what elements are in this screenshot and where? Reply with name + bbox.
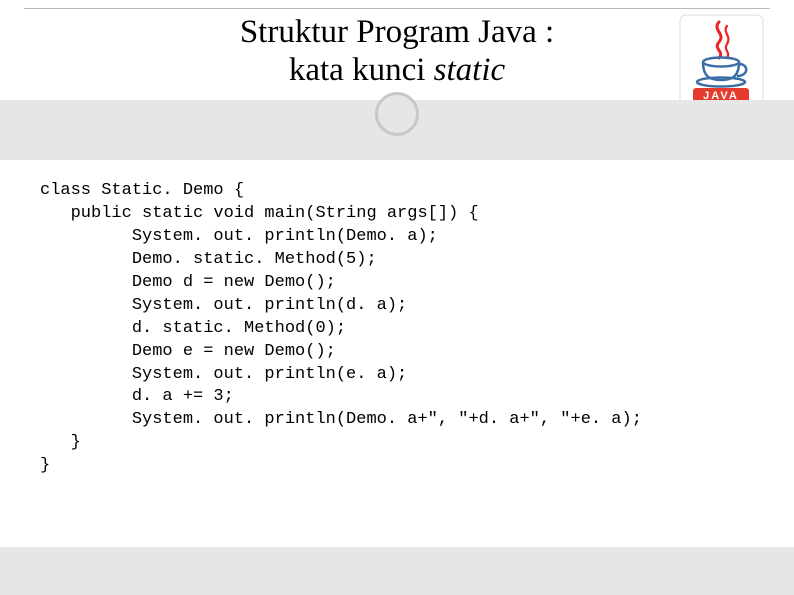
code-block: class Static. Demo { public static void … [40,180,774,478]
slide-title: Struktur Program Java : kata kunci stati… [0,14,794,90]
java-logo-icon: JAVA [679,14,764,108]
title-line-2-plain: kata kunci [289,52,434,88]
title-line-1: Struktur Program Java : [0,14,794,52]
title-line-2-italic: static [434,52,506,88]
slide-content: class Static. Demo { public static void … [40,180,774,478]
footer-gray-band [0,547,794,595]
title-line-2: kata kunci static [0,52,794,90]
divider-top [24,8,770,9]
decorative-circle-icon [375,92,419,136]
